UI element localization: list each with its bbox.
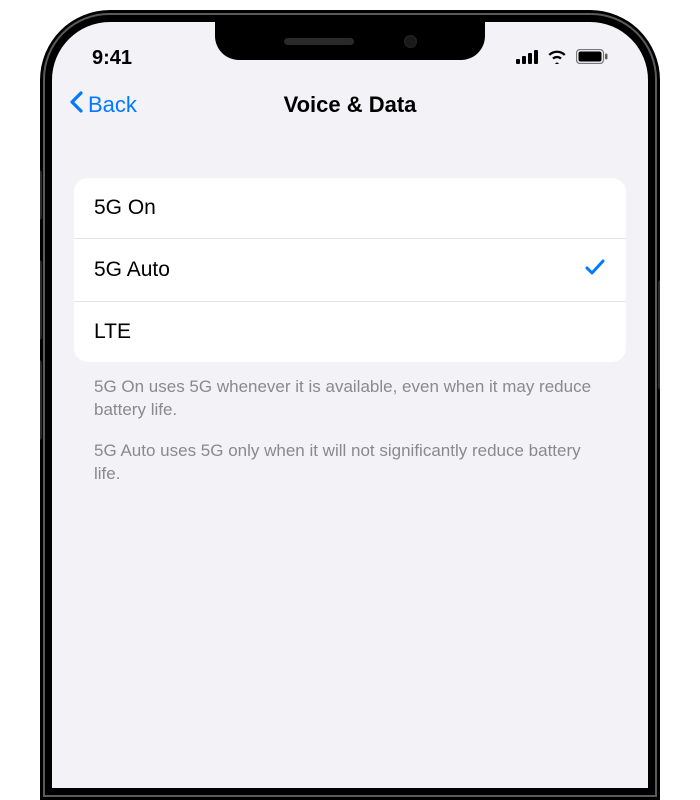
cellular-signal-icon: [516, 47, 538, 70]
options-list: 5G On 5G Auto LTE: [74, 178, 626, 362]
battery-icon: [576, 47, 608, 70]
status-indicators: [516, 47, 608, 70]
option-label: LTE: [94, 320, 131, 344]
side-button-volume-down: [40, 360, 42, 440]
notch: [215, 22, 485, 60]
back-label: Back: [88, 92, 137, 118]
chevron-left-icon: [68, 90, 84, 120]
wifi-icon: [546, 47, 568, 70]
side-button-volume-up: [40, 260, 42, 340]
nav-bar: Back Voice & Data: [52, 76, 648, 138]
side-button-silent: [40, 170, 42, 220]
option-lte[interactable]: LTE: [74, 302, 626, 362]
footer-text-1: 5G On uses 5G whenever it is available, …: [74, 362, 626, 422]
page-title: Voice & Data: [52, 92, 648, 118]
status-time: 9:41: [92, 47, 132, 70]
phone-frame: 9:41: [40, 10, 660, 800]
checkmark-icon: [584, 257, 606, 283]
option-label: 5G Auto: [94, 258, 170, 282]
back-button[interactable]: Back: [68, 90, 137, 120]
option-label: 5G On: [94, 196, 156, 220]
option-5g-on[interactable]: 5G On: [74, 178, 626, 239]
content: 5G On 5G Auto LTE 5G On uses 5G whenever…: [52, 138, 648, 486]
speaker-grille: [284, 38, 354, 45]
front-camera: [404, 35, 417, 48]
footer-text-2: 5G Auto uses 5G only when it will not si…: [74, 422, 626, 486]
side-button-power: [658, 280, 660, 390]
option-5g-auto[interactable]: 5G Auto: [74, 239, 626, 302]
screen: 9:41: [52, 22, 648, 788]
